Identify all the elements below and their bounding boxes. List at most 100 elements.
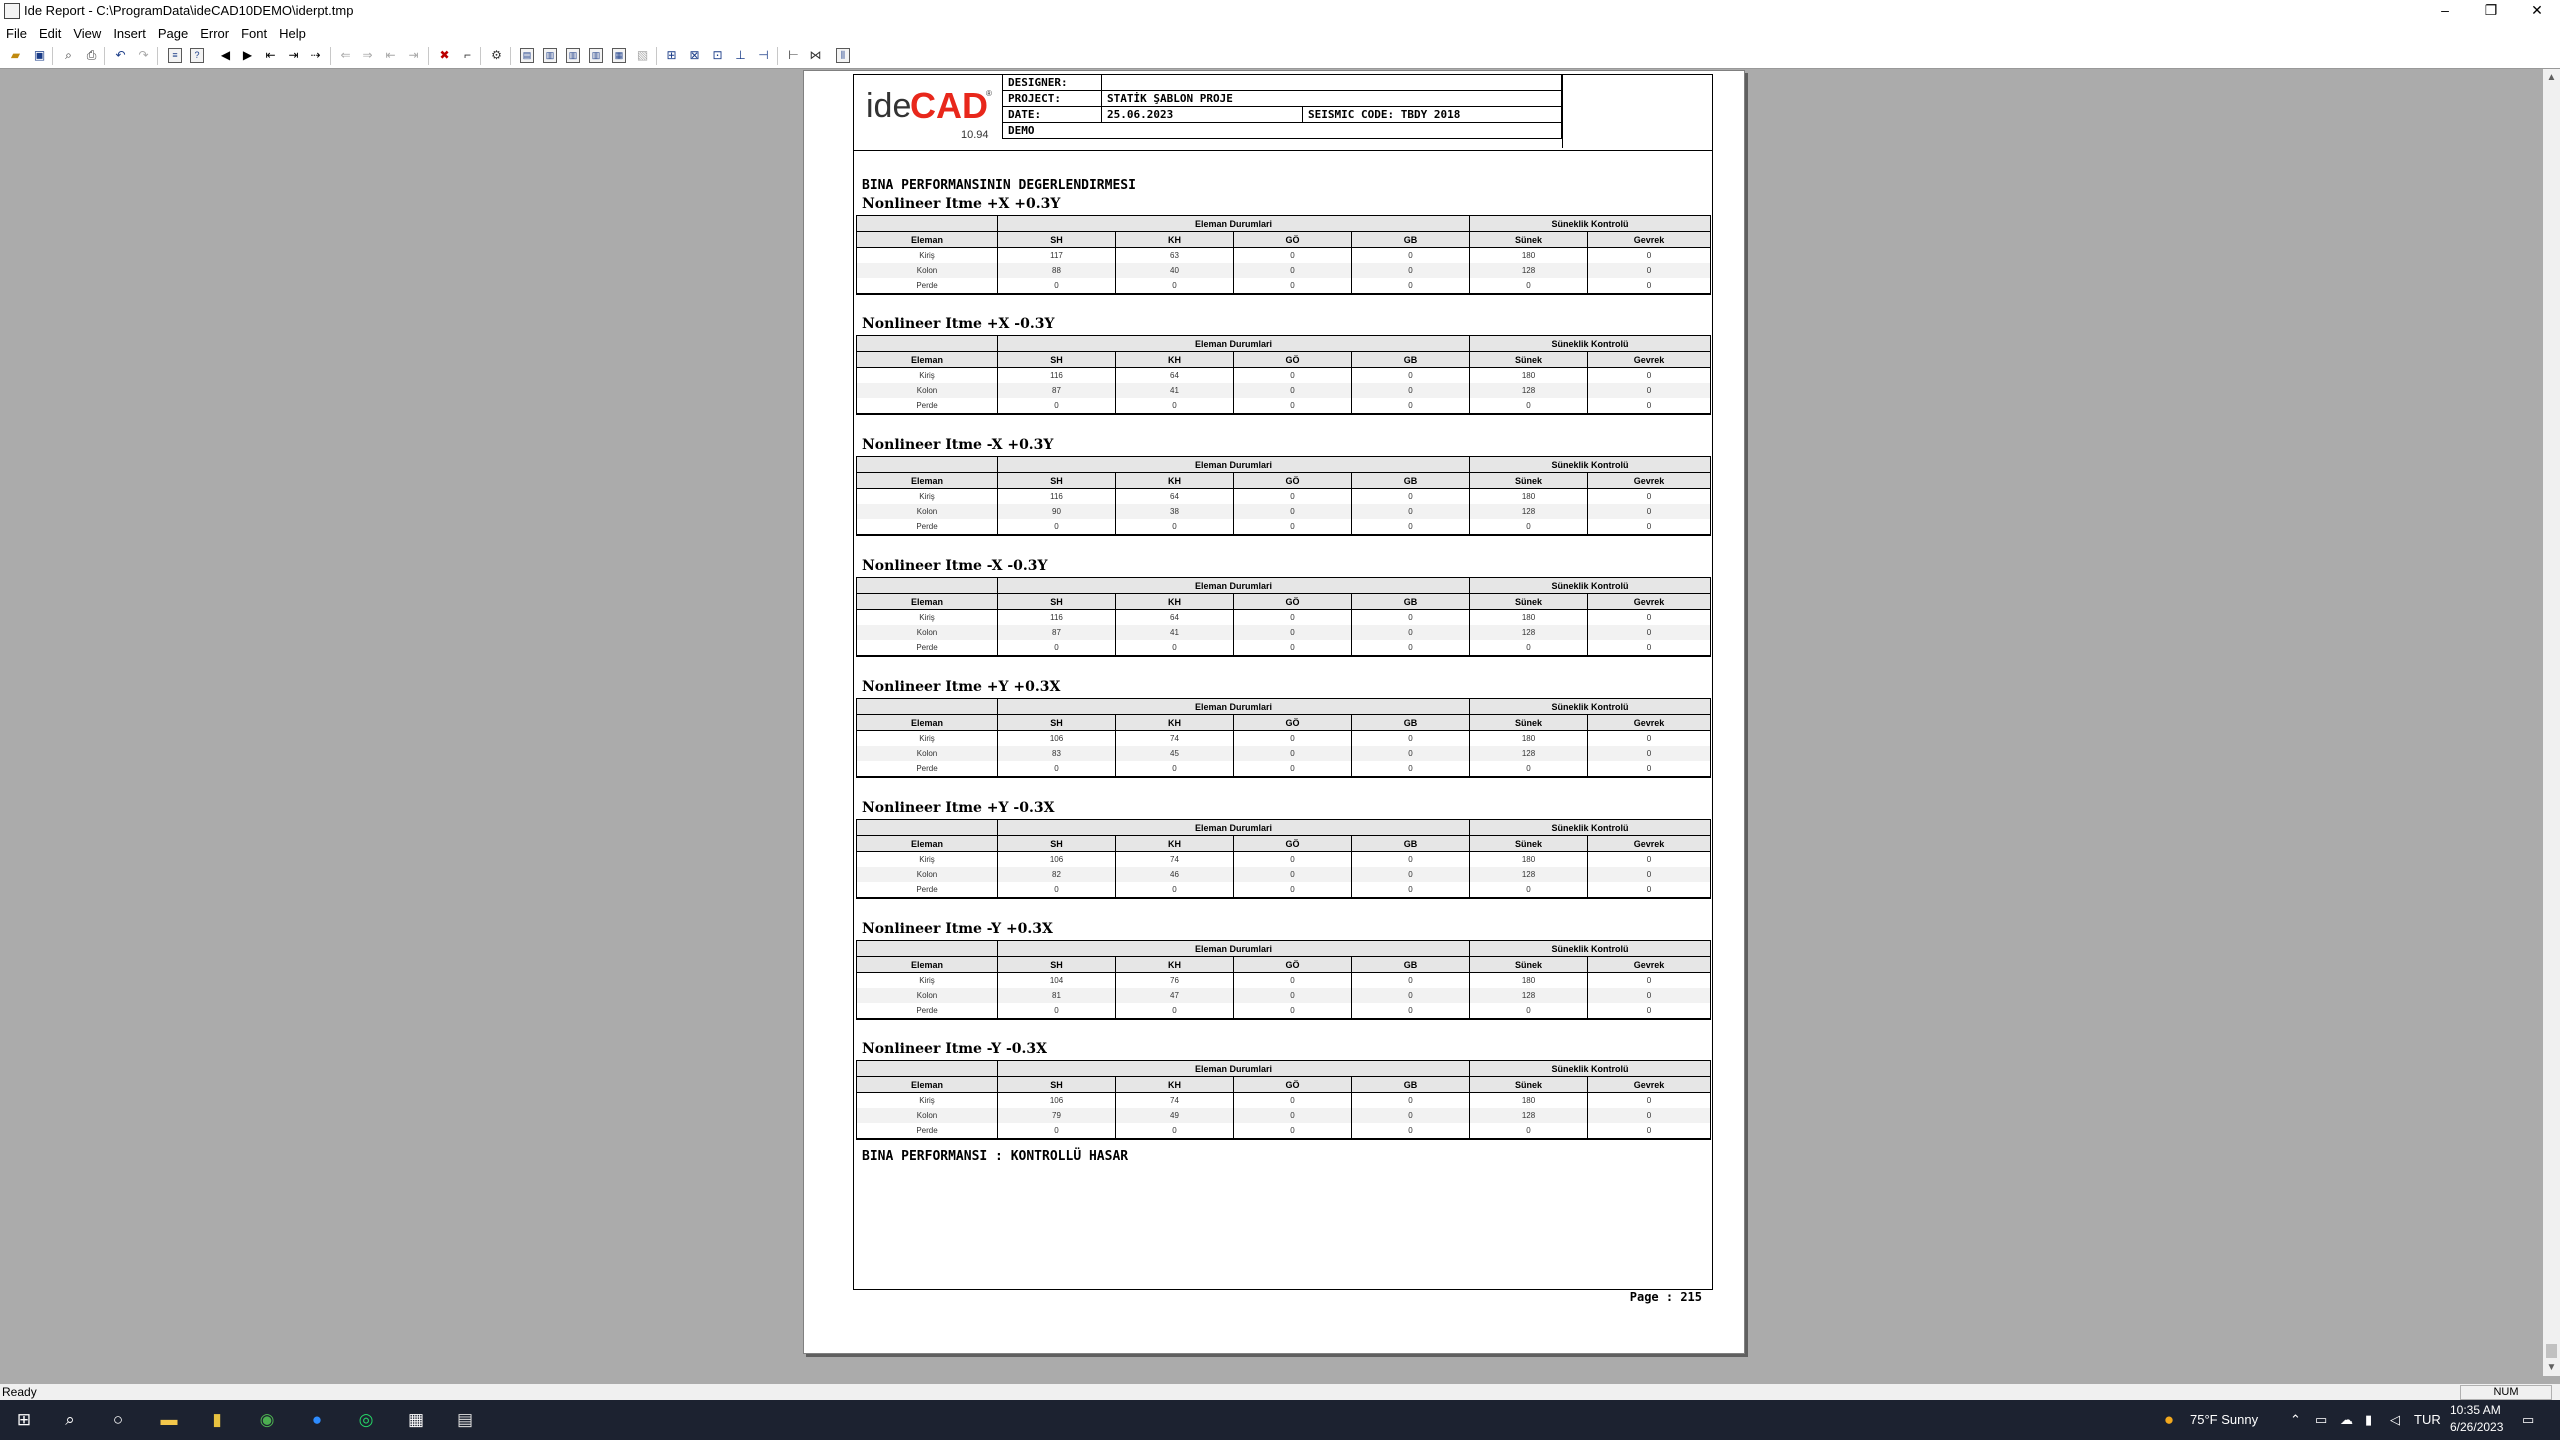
menu-insert[interactable]: Insert [107,22,152,42]
save-icon[interactable]: ▣ [32,48,47,63]
table-cell: 0 [1469,640,1589,657]
table-cell: 180 [1469,730,1589,746]
move-last-icon[interactable]: ⇥ [406,48,421,63]
network-icon[interactable]: ▭ [2315,1412,2327,1428]
table-cell: Kiriş [856,367,998,383]
columns-icon[interactable]: ⫼ [836,48,850,63]
column-header: Gevrek [1587,714,1711,731]
align-icon[interactable]: ⊥ [733,48,748,63]
table-cell: 0 [997,761,1116,778]
notification-icon[interactable]: ▭ [2522,1412,2534,1428]
fit-icon[interactable]: ⊢ [786,48,801,63]
scroll-thumb[interactable] [2546,1344,2557,1358]
arrow-right-icon[interactable]: ▶ [240,48,255,63]
help-icon[interactable]: ? [190,48,204,63]
page-break-icon[interactable]: ⌐ [460,48,475,63]
zoom-1-icon[interactable]: ⊞ [664,48,679,63]
move-first-icon[interactable]: ⇤ [383,48,398,63]
whatsapp-icon[interactable]: ◎ [354,1408,378,1432]
weather-text[interactable]: 75°F Sunny [2190,1412,2258,1427]
column-header: SH [997,351,1116,368]
zoom-2-icon[interactable]: ⊠ [687,48,702,63]
zoom-app-icon[interactable]: ● [305,1408,329,1432]
table-cell: 180 [1469,488,1589,504]
layout-5-icon[interactable]: ▦ [612,48,626,63]
restore-button[interactable]: ❐ [2468,0,2514,22]
table-cell: 0 [1350,988,1471,1003]
toolbar-separator [656,47,657,65]
file-explorer-icon[interactable]: ▬ [157,1408,181,1432]
menu-edit[interactable]: Edit [33,22,67,42]
table-cell: 41 [1115,625,1234,640]
column-header: KH [1115,714,1234,731]
task-view-icon[interactable]: ○ [106,1408,130,1432]
date-label: DATE: [1002,106,1102,123]
calculator-icon[interactable]: ▦ [404,1408,428,1432]
menu-file[interactable]: File [0,22,33,42]
chrome-icon[interactable]: ◉ [255,1408,279,1432]
layout-3-icon[interactable]: ▥ [566,48,580,63]
layout-6-icon[interactable]: ▧ [635,48,650,63]
battery-icon[interactable]: ▮ [2365,1412,2372,1428]
page-icon[interactable]: ≡ [168,48,182,63]
start-icon[interactable]: ⊞ [12,1408,36,1432]
table-cell: 0 [1233,519,1352,536]
print-icon[interactable]: ⎙ [84,48,99,63]
align-2-icon[interactable]: ⊣ [756,48,771,63]
search-icon[interactable]: ⌕ [58,1408,82,1432]
menu-help[interactable]: Help [273,22,312,42]
table-cell: 0 [1587,988,1711,1003]
table-cell: 81 [997,988,1116,1003]
logo-ide-text: ide [866,87,912,125]
goto-page-icon[interactable]: ⇢ [308,48,323,63]
clock-date[interactable]: 6/26/2023 [2450,1420,2503,1434]
notes-app-icon[interactable]: ▮ [205,1408,229,1432]
date-value: 25.06.2023 [1101,106,1303,123]
pushover-title: Nonlineer Itme -X -0.3Y [862,558,1048,574]
table-cell: 0 [1350,263,1471,278]
clock-time[interactable]: 10:35 AM [2450,1403,2501,1417]
vertical-scrollbar[interactable]: ▲ ▼ [2543,69,2560,1376]
toolbar: ▰ ▣ ⌕ ⎙ ↶ ↷ ≡ ? ◀ ▶ ⇤ ⇥ ⇢ ⇐ ⇒ ⇤ ⇥ ✖ ⌐ ⚙ … [0,44,2560,69]
table-cell: 0 [1233,609,1352,625]
weather-icon[interactable]: ● [2157,1408,2181,1432]
cloud-icon[interactable]: ☁ [2340,1412,2353,1428]
move-left-icon[interactable]: ⇐ [338,48,353,63]
layout-4-icon[interactable]: ▥ [589,48,603,63]
layout-1-icon[interactable]: ▤ [520,48,534,63]
print-preview-icon[interactable]: ⌕ [61,48,76,63]
redo-icon[interactable]: ↷ [136,48,151,63]
delete-icon[interactable]: ✖ [437,48,452,63]
move-right-icon[interactable]: ⇒ [360,48,375,63]
column-header: Gevrek [1587,231,1711,248]
arrow-left-icon[interactable]: ◀ [218,48,233,63]
zoom-3-icon[interactable]: ⊡ [710,48,725,63]
first-page-icon[interactable]: ⇤ [263,48,278,63]
blank-header [856,1060,998,1077]
scroll-up-icon[interactable]: ▲ [2543,69,2560,86]
close-button[interactable]: ✕ [2514,0,2560,22]
table-cell: 128 [1469,383,1589,398]
group-header-ductility: Süneklik Kontrolü [1469,1060,1711,1077]
volume-icon[interactable]: ◁ [2390,1412,2400,1428]
menu-error[interactable]: Error [194,22,235,42]
menu-view[interactable]: View [67,22,107,42]
fit-2-icon[interactable]: ⋈ [808,48,823,63]
undo-icon[interactable]: ↶ [113,48,128,63]
table-cell: 180 [1469,851,1589,867]
table-cell: 0 [1469,278,1589,295]
settings-icon[interactable]: ⚙ [489,48,504,63]
ide-report-app-icon[interactable]: ▤ [453,1408,477,1432]
last-page-icon[interactable]: ⇥ [286,48,301,63]
minimize-button[interactable]: – [2422,0,2468,22]
table-cell: 0 [1233,263,1352,278]
open-icon[interactable]: ▰ [8,48,23,63]
language-indicator[interactable]: TUR [2414,1412,2441,1427]
menu-font[interactable]: Font [235,22,273,42]
column-header: Eleman [856,835,998,852]
scroll-down-icon[interactable]: ▼ [2543,1359,2560,1376]
table-cell: 0 [1115,1123,1234,1140]
tray-chevron-icon[interactable]: ⌃ [2290,1412,2301,1428]
menu-page[interactable]: Page [152,22,194,42]
layout-2-icon[interactable]: ▥ [543,48,557,63]
